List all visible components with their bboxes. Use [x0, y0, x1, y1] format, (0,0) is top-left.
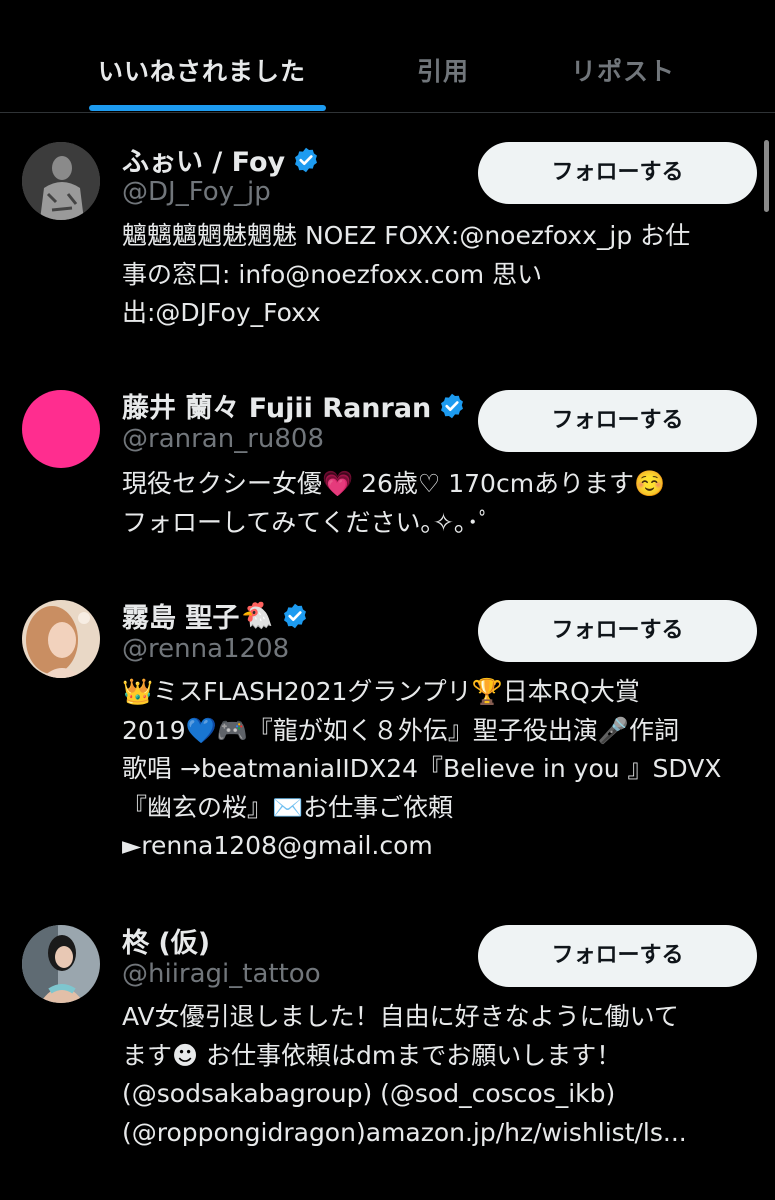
user-bio: 魑魑魑魍魅魍魅 NOEZ FOXX:@noezfoxx_jp お仕 事の窓口: …	[122, 221, 691, 327]
active-tab-indicator	[89, 105, 326, 111]
follow-button[interactable]: フォローする	[478, 142, 757, 204]
user-handle: @renna1208	[122, 634, 290, 664]
user-bio: 現役セクシー女優💗 26歳♡ 170cmあります☺️ フォローしてみてください｡…	[122, 469, 666, 537]
display-name: 柊 (仮)	[122, 928, 211, 959]
name-row: 柊 (仮)	[122, 921, 210, 960]
follow-button[interactable]: フォローする	[478, 600, 757, 662]
tab-bar: いいねされました 引用 リポスト	[0, 0, 775, 113]
verified-badge-icon	[295, 147, 318, 172]
tab-reposts[interactable]: リポスト	[571, 52, 675, 88]
follow-button[interactable]: フォローする	[478, 390, 757, 452]
scrollbar[interactable]	[764, 140, 769, 212]
display-name: 霧島 聖子	[122, 603, 240, 634]
name-row: 霧島 聖子 🐔	[122, 596, 309, 635]
user-handle: @DJ_Foy_jp	[122, 177, 271, 207]
user-handle: @hiiragi_tattoo	[122, 959, 321, 989]
chicken-emoji-icon: 🐔	[241, 600, 274, 631]
avatar[interactable]	[22, 600, 100, 678]
name-row: 藤井 蘭々 Fujii Ranran	[122, 386, 466, 425]
follow-button[interactable]: フォローする	[478, 925, 757, 987]
user-bio: 👑ミスFLASH2021グランプリ🏆日本RQ大賞 2019💙🎮『龍が如く８外伝』…	[122, 677, 722, 860]
display-name: ふぉい / Foy	[122, 147, 286, 178]
name-row: ふぉい / Foy	[122, 140, 320, 179]
avatar[interactable]	[22, 142, 100, 220]
user-handle: @ranran_ru808	[122, 424, 324, 454]
avatar[interactable]	[22, 925, 100, 1003]
verified-badge-icon	[441, 393, 464, 418]
user-bio: AV女優引退しました！自由に好きなように働いて ます☻ お仕事依頼はdmまでお願…	[122, 1002, 687, 1147]
display-name: 藤井 蘭々 Fujii Ranran	[122, 393, 432, 424]
verified-badge-icon	[283, 603, 306, 628]
avatar[interactable]	[22, 390, 100, 468]
tab-quotes[interactable]: 引用	[417, 52, 469, 88]
tab-liked[interactable]: いいねされました	[98, 52, 306, 88]
